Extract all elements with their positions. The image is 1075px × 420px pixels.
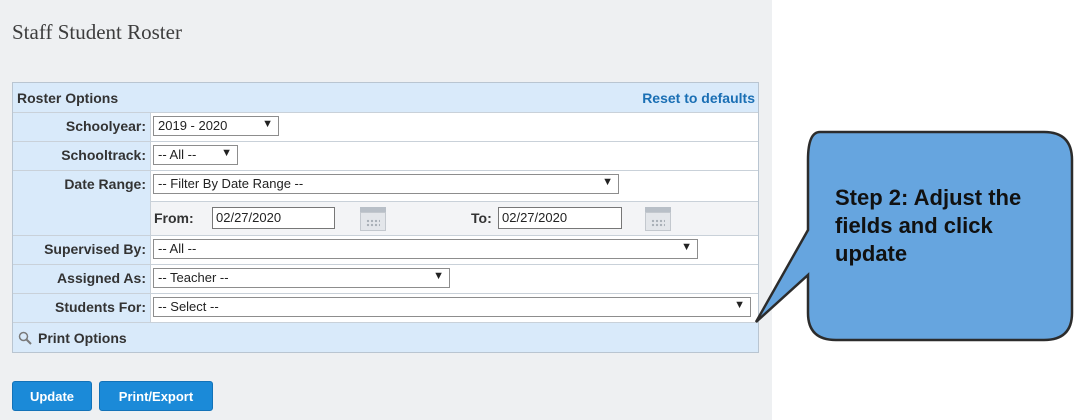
schoolyear-select[interactable]: 2019 - 2020 ▼	[153, 116, 279, 136]
supervised-by-row: Supervised By: -- All -- ▼	[13, 235, 758, 264]
date-range-row: Date Range: -- Filter By Date Range -- ▼…	[13, 170, 758, 236]
print-options-label: Print Options	[38, 329, 127, 346]
roster-options-title: Roster Options	[17, 89, 119, 106]
to-label: To:	[471, 210, 492, 226]
date-range-value: -- Filter By Date Range --	[158, 176, 304, 191]
assigned-as-value: -- Teacher --	[158, 270, 229, 285]
supervised-by-select[interactable]: -- All -- ▼	[153, 239, 698, 259]
schoolyear-label: Schoolyear:	[13, 113, 151, 141]
chevron-down-icon: ▼	[681, 241, 692, 253]
date-range-subrow: From: 02/27/2020 To: 02/27/2020	[151, 201, 758, 236]
print-export-button[interactable]: Print/Export	[99, 381, 213, 411]
schooltrack-value: -- All --	[158, 147, 197, 162]
print-options-toggle[interactable]: Print Options	[13, 322, 758, 352]
roster-options-header: Roster Options Reset to defaults	[13, 83, 758, 112]
magnifier-icon	[18, 331, 32, 345]
callout-bubble: Step 2: Adjust the fields and click upda…	[750, 130, 1075, 345]
roster-options-table: Roster Options Reset to defaults Schooly…	[12, 82, 759, 353]
calendar-icon[interactable]	[360, 207, 386, 231]
schoolyear-row: Schoolyear: 2019 - 2020 ▼	[13, 112, 758, 141]
assigned-as-row: Assigned As: -- Teacher -- ▼	[13, 264, 758, 293]
date-range-select[interactable]: -- Filter By Date Range -- ▼	[153, 174, 619, 194]
callout-text: Step 2: Adjust the fields and click upda…	[835, 185, 1022, 266]
students-for-label: Students For:	[13, 294, 151, 322]
chevron-down-icon: ▼	[221, 147, 232, 159]
schooltrack-row: Schooltrack: -- All -- ▼	[13, 141, 758, 170]
assigned-as-select[interactable]: -- Teacher -- ▼	[153, 268, 450, 288]
chevron-down-icon: ▼	[262, 118, 273, 130]
students-for-row: Students For: -- Select -- ▼	[13, 293, 758, 322]
to-date-input[interactable]: 02/27/2020	[498, 207, 622, 229]
from-date-input[interactable]: 02/27/2020	[212, 207, 335, 229]
from-label: From:	[154, 210, 194, 226]
supervised-by-value: -- All --	[158, 241, 197, 256]
date-range-label: Date Range:	[13, 171, 151, 235]
page-title: Staff Student Roster	[12, 20, 182, 44]
update-button[interactable]: Update	[12, 381, 92, 411]
reset-to-defaults-link[interactable]: Reset to defaults	[642, 90, 755, 106]
schooltrack-label: Schooltrack:	[13, 142, 151, 170]
chevron-down-icon: ▼	[433, 270, 444, 282]
chevron-down-icon: ▼	[734, 299, 745, 311]
chevron-down-icon: ▼	[602, 176, 613, 188]
students-for-select[interactable]: -- Select -- ▼	[153, 297, 751, 317]
roster-panel: Staff Student Roster Roster Options Rese…	[0, 0, 772, 420]
schooltrack-select[interactable]: -- All -- ▼	[153, 145, 238, 165]
calendar-icon[interactable]	[645, 207, 671, 231]
students-for-value: -- Select --	[158, 299, 219, 314]
assigned-as-label: Assigned As:	[13, 265, 151, 293]
supervised-by-label: Supervised By:	[13, 236, 151, 264]
schoolyear-value: 2019 - 2020	[158, 118, 228, 133]
